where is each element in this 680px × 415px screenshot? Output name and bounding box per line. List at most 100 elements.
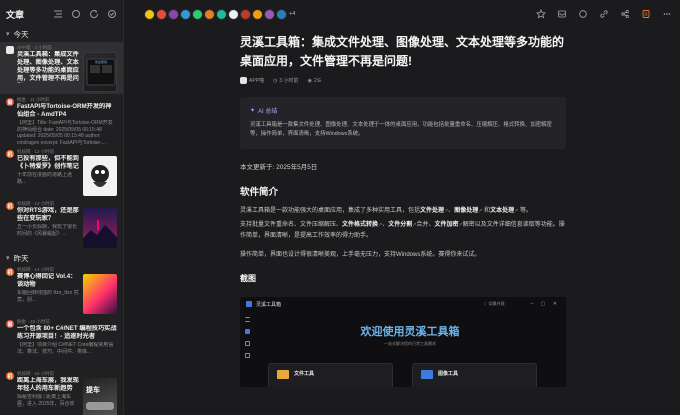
feed-avatar[interactable]: [264, 8, 275, 20]
list-item[interactable]: 机 机核网 · 13 小时前 你对RTS游戏，还是那些在变玩家？ 五一小长假期，…: [0, 198, 123, 250]
feed-avatar[interactable]: [216, 8, 227, 20]
ai-summary-text: 灵溪工具箱是一款集文件处理、图像处理、文本处理于一体的桌面应用，功能包括批量重命…: [250, 122, 552, 137]
clock-icon: ◷: [273, 77, 278, 84]
text-run: 赛得你来试试。: [438, 252, 481, 258]
file-icon: [244, 341, 250, 346]
link-icon[interactable]: [599, 9, 609, 19]
reads-meta: ◉ 2:E: [308, 78, 322, 84]
feed-avatar[interactable]: [156, 8, 167, 20]
screenshot-theme-toggle: ☾ 切换外观: [483, 301, 505, 306]
text-run: 合并、: [416, 222, 435, 228]
feed-avatar[interactable]: [204, 8, 215, 20]
feed-avatar[interactable]: [168, 8, 179, 20]
text-run: 和: [482, 208, 491, 214]
sidebar-toolbar: [53, 9, 117, 19]
feed-avatar[interactable]: [180, 8, 191, 20]
feed-avatar[interactable]: [240, 8, 251, 20]
circle-icon[interactable]: [578, 9, 588, 19]
share-icon[interactable]: [620, 9, 630, 19]
article-view: 灵溪工具箱：集成文件处理、图像处理、文本处理等多功能的桌面应用，文件管理不再是问…: [124, 28, 680, 415]
article-author[interactable]: APP喵: [249, 77, 264, 84]
image-icon: [244, 353, 250, 358]
ai-summary-box: ✦ AI 总结 灵溪工具箱是一款集文件处理、图像处理、文本处理于一体的桌面应用，…: [240, 97, 566, 149]
feed-avatar[interactable]: [228, 8, 239, 20]
item-thumbnail: [83, 156, 117, 196]
article-title: 灵溪工具箱：集成文件处理、图像处理、文本处理等多功能的桌面应用，文件管理不再是问…: [240, 35, 565, 68]
list-item[interactable]: 机 机核网 · 16 小时前 距离上海车展，我发现年轻人的用车新趋势 探秘吉利展…: [0, 368, 123, 415]
feed-avatar[interactable]: [192, 8, 203, 20]
link-file-processing[interactable]: 文件处理: [420, 208, 444, 214]
card-label: 文件工具: [294, 371, 315, 377]
sparkle-icon: ✦: [250, 108, 256, 114]
image-icon: [421, 370, 433, 379]
screenshot-card-file: 文件工具: [268, 363, 393, 387]
source-gcores-icon: 机: [6, 372, 14, 380]
feed-avatar[interactable]: [276, 8, 287, 20]
link-file-split[interactable]: 文件分割: [388, 222, 412, 228]
more-icon[interactable]: [662, 9, 672, 19]
link-image-processing[interactable]: 图像处理: [454, 208, 478, 214]
section-today-header[interactable]: ▾ 今天: [0, 28, 123, 40]
list-item[interactable]: 掘 掘金 · 11 小时前 FastAPI与Tortoise-ORM开发的神仙组…: [0, 94, 123, 146]
source-gcores-icon: 机: [6, 202, 14, 210]
item-summary: 【阿里】项目介绍 C#/NET Core编程常用语法、算法、技巧、中间件、类库.…: [17, 342, 114, 355]
ai-summary-label: AI 总结: [258, 109, 278, 115]
more-feeds-count[interactable]: +4: [289, 11, 295, 17]
section-yesterday-header[interactable]: ▾ 昨天: [0, 252, 123, 264]
svg-text:提车: 提车: [85, 385, 100, 394]
refresh-icon[interactable]: [89, 9, 99, 19]
link-file-encryption[interactable]: 文件加密: [434, 222, 458, 228]
text-run: 支持批量文件重命名、文件压缩解压、: [240, 222, 343, 228]
item-summary: 【阿里】Title: FastAPI与Tortoise-ORM开发的神仙组合 d…: [17, 120, 113, 146]
author-logo: [240, 77, 247, 84]
feed-avatars: [144, 8, 287, 20]
list-item[interactable]: APP喵 · 3 小时前 灵溪工具箱：集成文件处理、图像处理、文本处理等多功能的…: [0, 42, 123, 94]
source-app-icon: [6, 46, 14, 54]
window-controls-icon: – ▢ ✕: [530, 301, 560, 307]
svg-text:欢迎使用: 欢迎使用: [95, 59, 107, 64]
item-title: 一个包含 80+ C#/NET 编程技巧实战练习开源项目！- 追逐时光者: [17, 325, 117, 340]
text-run: 操作简单，界面也设计得很清晰美观，上手毫无压力，支持Windows系统。: [240, 252, 439, 258]
item-summary: 五一小长假期，我玩了很长时间的《风暴崛起》...: [17, 224, 78, 237]
sidebar-header: 文章: [0, 0, 123, 28]
check-circle-icon[interactable]: [107, 9, 117, 19]
chevron-down-icon: ▾: [6, 255, 10, 262]
folder-icon: [277, 370, 289, 379]
item-title: 灵溪工具箱：集成文件处理、图像处理、文本处理等多功能的桌面应用，文件管理不再是问…: [17, 51, 79, 82]
item-summary: 车脑回转线插的 Itzo_Itzo 究竟，别...: [17, 290, 79, 303]
text-run: 灵溪工具箱是一款功能强大的桌面应用，集成了多种实用工具，包括: [240, 208, 421, 214]
reader-mode-icon[interactable]: [641, 9, 651, 19]
feed-avatar[interactable]: [252, 8, 263, 20]
screenshot-image[interactable]: 灵溪工具箱 ☾ 切换外观 – ▢ ✕ 欢迎使用灵溪工具箱 一站式解决您的日常工具…: [240, 297, 566, 387]
sidebar-title: 文章: [6, 9, 25, 20]
ai-summary-header: ✦ AI 总结: [250, 106, 556, 115]
list-item[interactable]: 机 机核网 · 13 小时前 已投有那些，但不能到《卜特爱罗》创作笔记 十年前在…: [0, 146, 123, 198]
screenshot-app-name: 灵溪工具箱: [256, 301, 282, 308]
link-text-processing[interactable]: 文本处理: [490, 208, 514, 214]
source-juejin-icon: 掘: [6, 98, 14, 106]
article-toolbar: [536, 9, 672, 19]
chevron-down-icon: ▾: [6, 31, 10, 38]
star-icon[interactable]: [536, 9, 546, 19]
circle-outline-icon[interactable]: [71, 9, 81, 19]
top-bar: +4: [124, 0, 680, 28]
app-logo-icon: [246, 301, 252, 307]
link-format-conversion[interactable]: 文件格式转换: [342, 222, 378, 228]
eye-icon: ◉: [307, 77, 312, 84]
paragraph: 操作简单，界面也设计得很清晰美观，上手毫无压力，支持Windows系统。赛得你来…: [240, 250, 566, 261]
section-label: 今天: [13, 29, 29, 39]
feed-avatar[interactable]: [144, 8, 155, 20]
item-thumbnail: 提车: [83, 378, 117, 415]
item-summary: 探秘吉利展 | 距离上海车展，进入 2025年，百合欢展与日的...: [17, 394, 75, 407]
screenshot-welcome: 欢迎使用灵溪工具箱: [360, 326, 460, 338]
screenshot-sidebar: [240, 311, 254, 387]
menu-icon[interactable]: [53, 9, 63, 19]
item-thumbnail: [83, 208, 117, 248]
screenshot-titlebar: 灵溪工具箱 ☾ 切换外观 – ▢ ✕: [240, 297, 566, 311]
paragraph: 支持批量文件重命名、文件压缩解压、文件格式转换↗、文件分割↗合并、文件加密↗解密…: [240, 220, 566, 242]
list-item[interactable]: 掘 掘金 · 15 小时前 一个包含 80+ C#/NET 编程技巧实战练习开源…: [0, 316, 123, 368]
inbox-icon[interactable]: [557, 9, 567, 19]
update-date: 本文更新于: 2025年5月5日: [240, 164, 318, 171]
source-gcores-icon: 机: [6, 268, 14, 276]
list-item[interactable]: 机 机核网 · 14 小时前 赛博心得回记 Vol.4：谈动物 车脑回转线插的 …: [0, 264, 123, 316]
